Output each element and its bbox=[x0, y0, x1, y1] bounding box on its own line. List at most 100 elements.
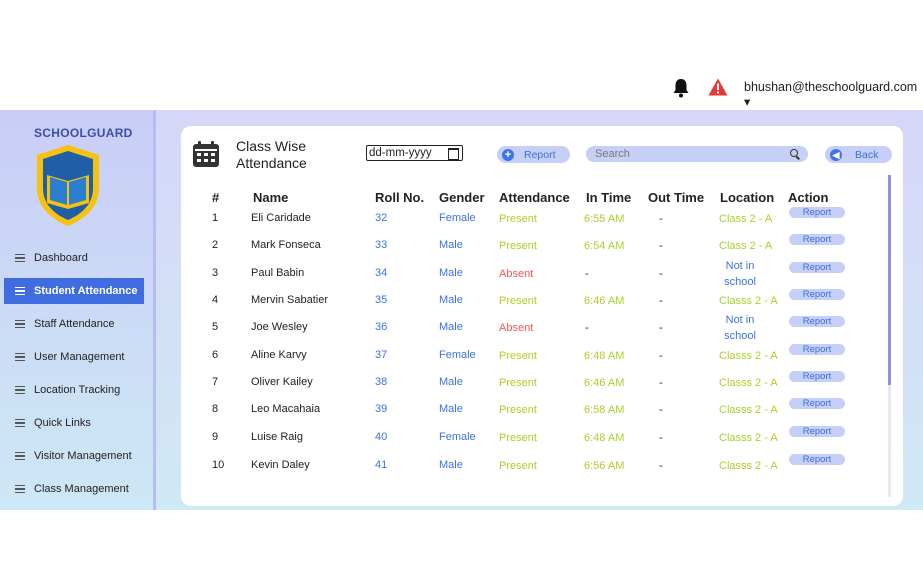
report-action-button[interactable]: Report bbox=[789, 454, 845, 465]
row-index: 1 bbox=[212, 212, 219, 224]
gender: Male bbox=[439, 239, 463, 251]
calendar-picker-icon[interactable] bbox=[448, 148, 459, 160]
brand-name: SCHOOLGUARD bbox=[34, 126, 133, 140]
report-action-button[interactable]: Report bbox=[789, 262, 845, 273]
back-button[interactable]: ◀ Back bbox=[825, 146, 892, 163]
row-index: 2 bbox=[212, 239, 219, 251]
attendance-status: Present bbox=[499, 240, 537, 252]
in-time: 6:48 AM bbox=[584, 350, 625, 362]
roll-number: 32 bbox=[375, 212, 388, 224]
sidebar-item-staff-attendance[interactable]: Staff Attendance bbox=[4, 311, 144, 337]
student-name: Paul Babin bbox=[251, 267, 305, 279]
row-index: 5 bbox=[212, 321, 219, 333]
search-input[interactable]: Search bbox=[586, 146, 808, 162]
menu-icon bbox=[15, 417, 25, 430]
attendance-status: Absent bbox=[499, 322, 534, 334]
col-header-location: Location bbox=[720, 190, 775, 205]
report-button[interactable]: + Report bbox=[497, 146, 570, 163]
sidebar-item-visitor-management[interactable]: Visitor Management bbox=[4, 443, 144, 469]
scrollbar[interactable] bbox=[888, 175, 891, 497]
row-index: 9 bbox=[212, 431, 219, 443]
sidebar-item-label: User Management bbox=[34, 351, 125, 363]
sidebar-item-class-management[interactable]: Class Management bbox=[4, 476, 144, 502]
col-header-index: # bbox=[212, 190, 220, 205]
out-time: - bbox=[659, 322, 663, 334]
sidebar-item-label: Dashboard bbox=[34, 252, 88, 264]
schoolguard-logo bbox=[37, 145, 99, 226]
roll-number: 36 bbox=[375, 321, 388, 333]
sidebar-item-student-attendance[interactable]: Student Attendance bbox=[4, 278, 144, 304]
row-index: 4 bbox=[212, 294, 219, 306]
report-action-button[interactable]: Report bbox=[789, 207, 845, 218]
attendance-status: Present bbox=[499, 404, 537, 416]
menu-icon bbox=[15, 285, 25, 298]
col-header-action: Action bbox=[788, 190, 829, 205]
bell-icon[interactable] bbox=[672, 78, 690, 98]
menu-icon bbox=[15, 252, 25, 265]
sidebar-item-label: Quick Links bbox=[34, 417, 91, 429]
roll-number: 38 bbox=[375, 376, 388, 388]
sidebar: SCHOOLGUARD Dashboard Student Attendance… bbox=[0, 110, 156, 510]
back-button-label: Back bbox=[855, 148, 879, 161]
sidebar-item-dashboard[interactable]: Dashboard bbox=[4, 245, 144, 271]
out-time: - bbox=[659, 432, 663, 444]
sidebar-item-label: Class Management bbox=[34, 483, 129, 495]
roll-number: 37 bbox=[375, 349, 388, 361]
calendar-icon bbox=[193, 141, 219, 167]
col-header-attendance: Attendance bbox=[499, 190, 570, 205]
student-name: Aline Karvy bbox=[251, 349, 307, 361]
user-menu[interactable]: bhushan@theschoolguard.com ▾ bbox=[744, 80, 923, 109]
location: Classs 2 - A bbox=[719, 350, 778, 362]
menu-icon bbox=[15, 450, 25, 463]
location: Not in school bbox=[724, 260, 756, 288]
out-time: - bbox=[659, 377, 663, 389]
in-time: 6:46 AM bbox=[584, 377, 625, 389]
location: Not in school bbox=[724, 314, 756, 342]
location: Classs 2 - A bbox=[719, 377, 778, 389]
sidebar-item-label: Visitor Management bbox=[34, 450, 132, 462]
out-time: - bbox=[659, 460, 663, 472]
sidebar-item-user-management[interactable]: User Management bbox=[4, 344, 144, 370]
report-button-label: Report bbox=[524, 148, 556, 161]
report-action-button[interactable]: Report bbox=[789, 234, 845, 245]
col-header-gender: Gender bbox=[439, 190, 485, 205]
in-time: 6:46 AM bbox=[584, 295, 625, 307]
report-action-button[interactable]: Report bbox=[789, 344, 845, 355]
row-index: 8 bbox=[212, 403, 219, 415]
row-index: 6 bbox=[212, 349, 219, 361]
report-action-button[interactable]: Report bbox=[789, 371, 845, 382]
location: Classs 2 - A bbox=[719, 460, 778, 472]
report-action-button[interactable]: Report bbox=[789, 426, 845, 437]
search-icon[interactable] bbox=[790, 149, 798, 157]
out-time: - bbox=[659, 350, 663, 362]
location: Class 2 - A bbox=[719, 240, 773, 252]
student-name: Mervin Sabatier bbox=[251, 294, 329, 306]
arrow-left-icon: ◀ bbox=[830, 148, 842, 161]
roll-number: 41 bbox=[375, 459, 388, 471]
scrollbar-thumb[interactable] bbox=[888, 175, 891, 385]
report-action-button[interactable]: Report bbox=[789, 316, 845, 327]
date-input[interactable]: dd-mm-yyyy bbox=[366, 145, 463, 161]
menu-icon bbox=[15, 483, 25, 496]
sidebar-item-location-tracking[interactable]: Location Tracking bbox=[4, 377, 144, 403]
search-placeholder: Search bbox=[595, 148, 630, 160]
sidebar-item-quick-links[interactable]: Quick Links bbox=[4, 410, 144, 436]
out-time: - bbox=[659, 404, 663, 416]
row-index: 10 bbox=[212, 459, 225, 471]
gender: Male bbox=[439, 403, 463, 415]
menu-icon bbox=[15, 318, 25, 331]
student-name: Oliver Kailey bbox=[251, 376, 313, 388]
report-action-button[interactable]: Report bbox=[789, 289, 845, 300]
student-name: Kevin Daley bbox=[251, 459, 310, 471]
sidebar-item-label: Student Attendance bbox=[34, 285, 138, 297]
report-action-button[interactable]: Report bbox=[789, 398, 845, 409]
in-time: 6:54 AM bbox=[584, 240, 625, 252]
in-time: 6:55 AM bbox=[584, 213, 625, 225]
location: Classs 2 - A bbox=[719, 295, 778, 307]
student-name: Eli Caridade bbox=[251, 212, 311, 224]
location: Classs 2 - A bbox=[719, 404, 778, 416]
attendance-status: Present bbox=[499, 350, 537, 362]
warning-icon[interactable] bbox=[708, 78, 728, 96]
student-name: Mark Fonseca bbox=[251, 239, 321, 251]
row-index: 3 bbox=[212, 267, 219, 279]
